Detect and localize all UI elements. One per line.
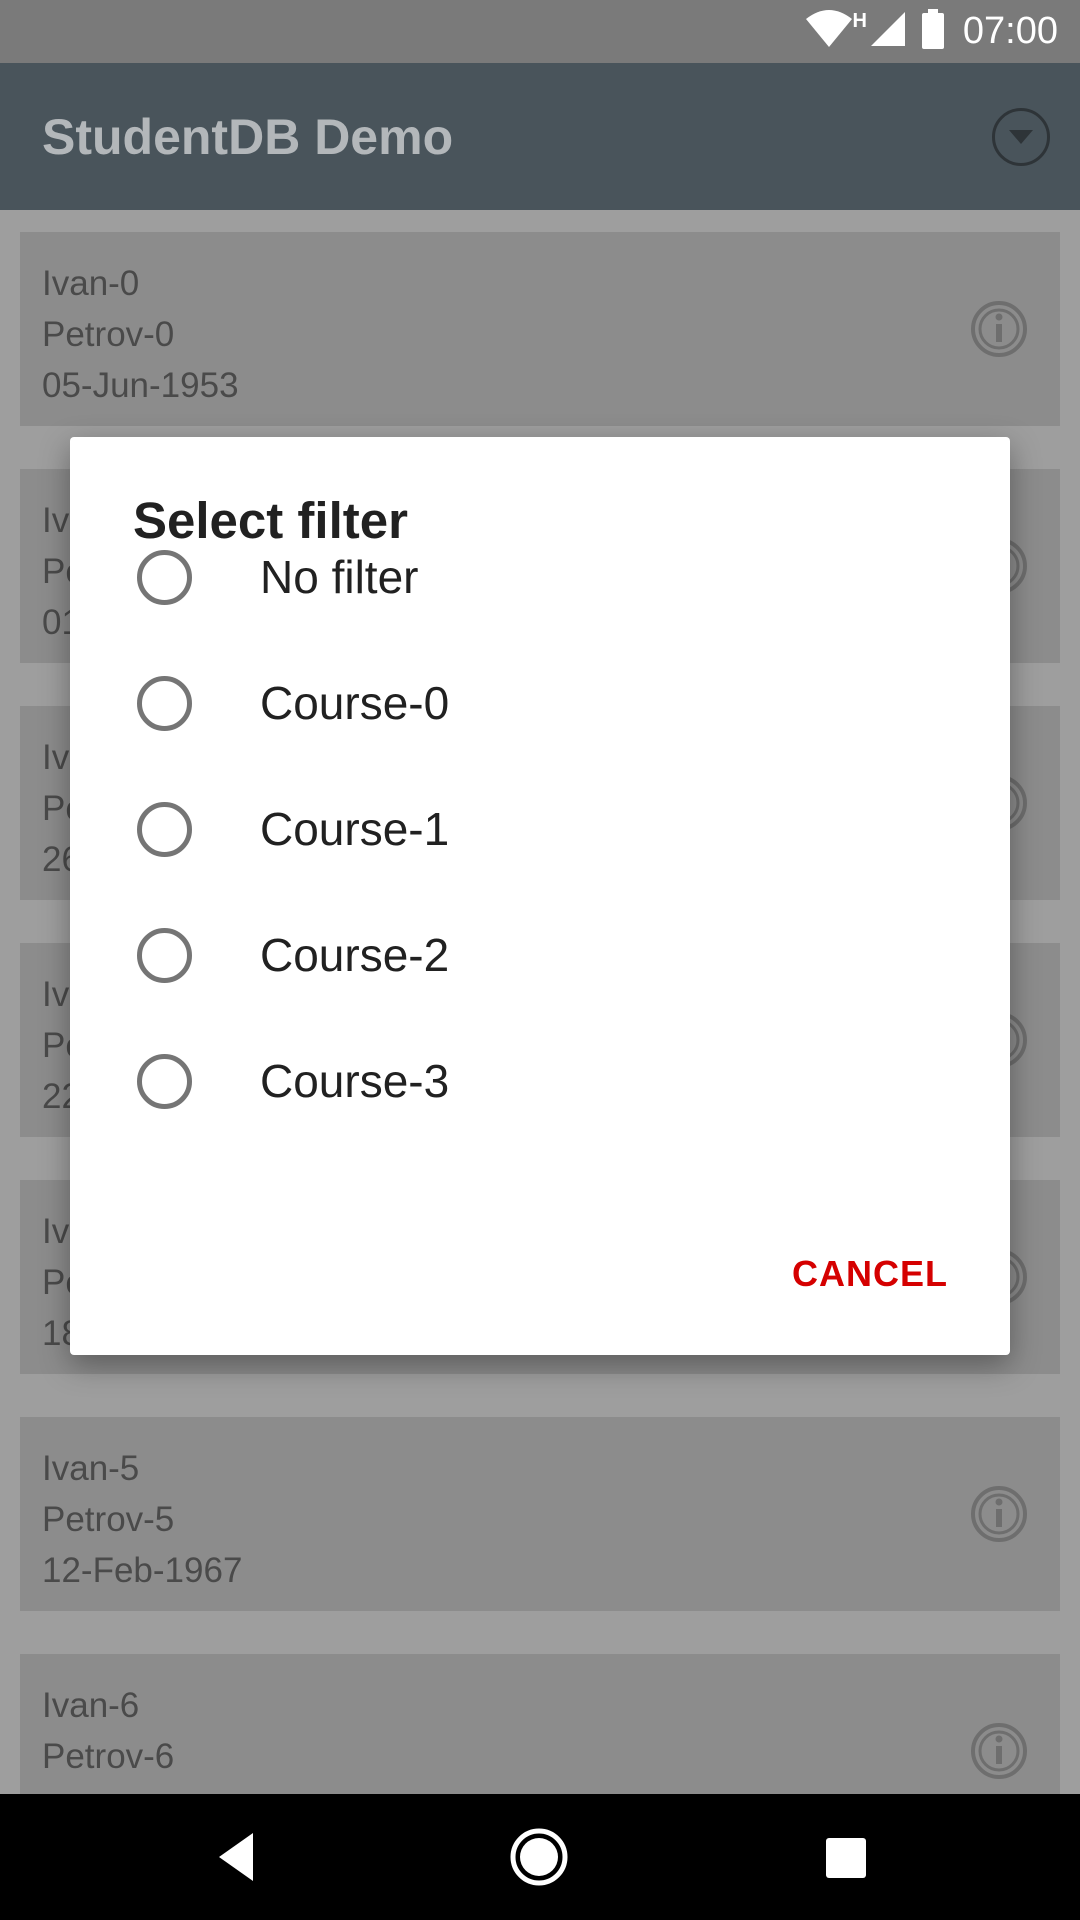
back-icon[interactable]: [207, 1827, 267, 1887]
option-no-filter[interactable]: No filter: [70, 514, 1010, 640]
option-label: Course-0: [260, 677, 450, 729]
cancel-button[interactable]: CANCEL: [792, 1253, 948, 1295]
option-label: Course-2: [260, 929, 450, 981]
option-course-1[interactable]: Course-1: [70, 766, 1010, 892]
radio-button[interactable]: [137, 927, 192, 983]
recents-icon[interactable]: [815, 1827, 875, 1887]
navigation-bar: [0, 1794, 1080, 1920]
filter-dialog: Select filter No filter Course-0 Course-…: [70, 437, 1010, 1355]
radio-button[interactable]: [137, 549, 192, 605]
home-icon[interactable]: [509, 1827, 569, 1887]
option-course-3[interactable]: Course-3: [70, 1018, 1010, 1144]
radio-button[interactable]: [137, 675, 192, 731]
radio-button[interactable]: [137, 801, 192, 857]
option-label: Course-1: [260, 803, 450, 855]
option-course-0[interactable]: Course-0: [70, 640, 1010, 766]
option-course-2[interactable]: Course-2: [70, 892, 1010, 1018]
radio-button[interactable]: [137, 1053, 192, 1109]
screen: H 07:00 StudentDB Demo Ivan-0 Petrov-0 0…: [0, 0, 1080, 1920]
option-label: Course-3: [260, 1055, 450, 1107]
option-label: No filter: [260, 551, 419, 603]
